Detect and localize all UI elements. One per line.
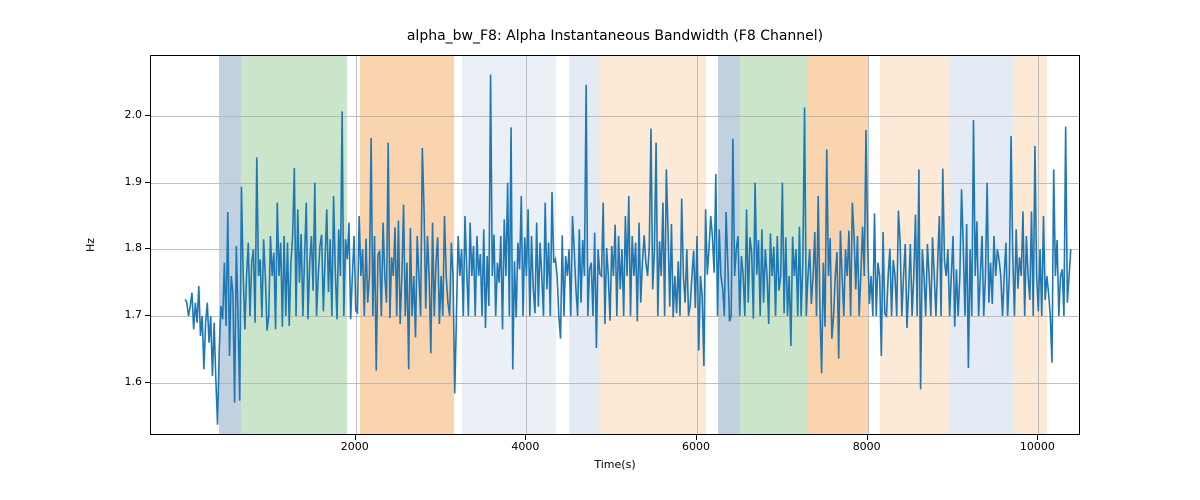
x-axis-label: Time(s) — [150, 458, 1080, 471]
figure: alpha_bw_F8: Alpha Instantaneous Bandwid… — [0, 0, 1200, 500]
chart-title: alpha_bw_F8: Alpha Instantaneous Bandwid… — [150, 28, 1080, 44]
series-line — [151, 56, 1080, 435]
plot-area — [150, 55, 1080, 435]
y-tick-label: 1.9 — [0, 175, 142, 188]
x-tick-label: 4000 — [495, 440, 555, 453]
x-tick-label: 10000 — [1007, 440, 1067, 453]
y-tick-label: 1.6 — [0, 375, 142, 388]
x-tick-label: 6000 — [666, 440, 726, 453]
y-tick-label: 2.0 — [0, 108, 142, 121]
x-tick-label: 2000 — [325, 440, 385, 453]
y-tick-label: 1.7 — [0, 308, 142, 321]
x-tick-label: 8000 — [837, 440, 897, 453]
y-tick-label: 1.8 — [0, 241, 142, 254]
